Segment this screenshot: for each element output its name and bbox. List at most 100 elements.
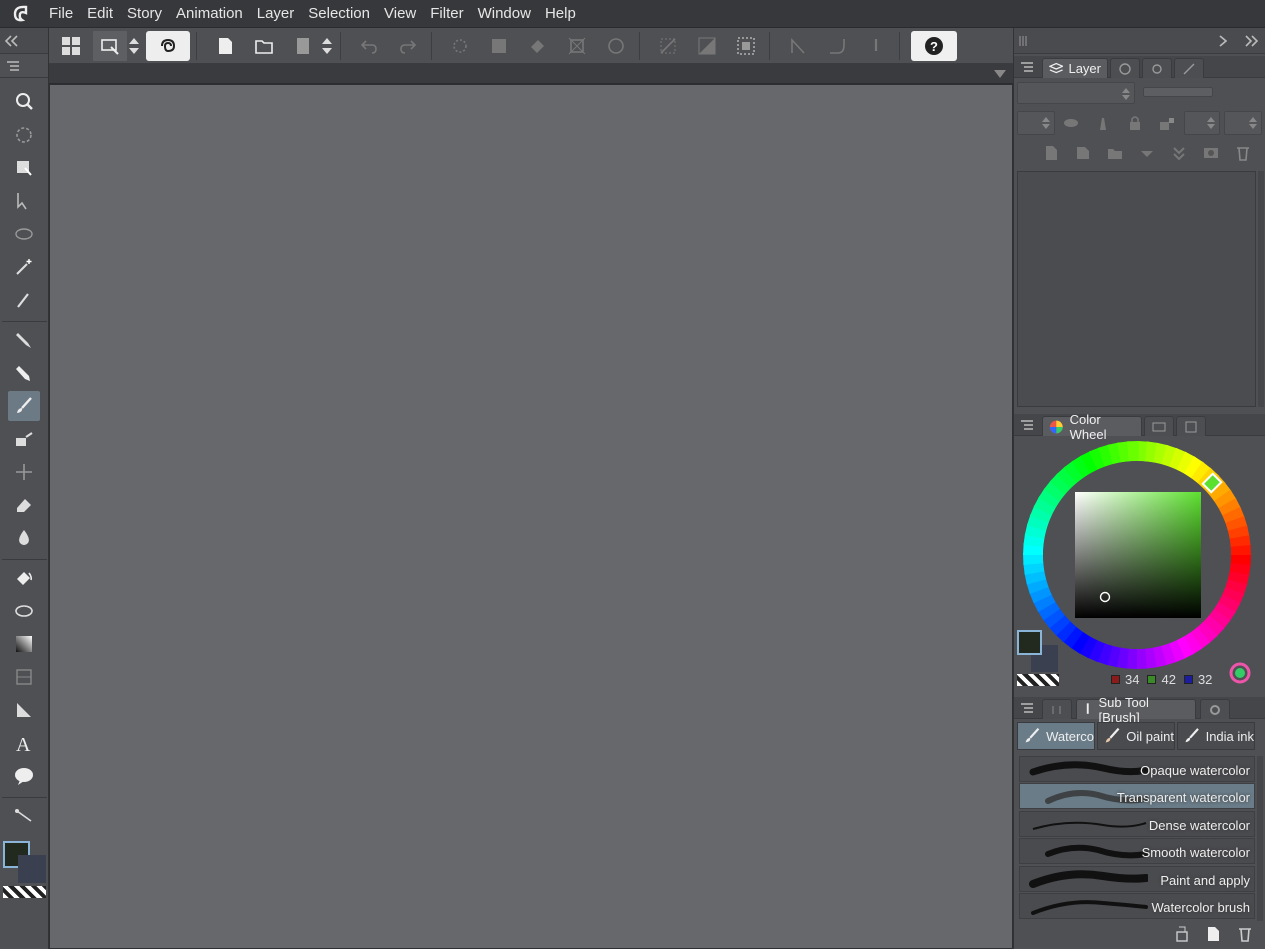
transform-button[interactable] (560, 31, 594, 61)
undo-button[interactable] (352, 31, 386, 61)
tab-subtool-brush[interactable]: Sub Tool [Brush] (1076, 695, 1196, 725)
layer-spinner-b[interactable] (1224, 111, 1262, 135)
deselect-button[interactable] (599, 31, 633, 61)
grid-snap-button[interactable] (859, 31, 893, 61)
figure-tool[interactable] (8, 596, 40, 626)
chevron-right-icon[interactable] (1219, 34, 1227, 47)
crop-button[interactable] (651, 31, 685, 61)
layer-color-spinner[interactable] (1017, 111, 1055, 135)
subtool-item[interactable]: Paint and apply (1019, 865, 1255, 892)
layer-mask-button[interactable] (1200, 142, 1222, 164)
fill-bucket-button[interactable] (521, 31, 555, 61)
layer-list-scrollbar[interactable] (1258, 171, 1264, 407)
delete-layer-button[interactable] (1232, 142, 1254, 164)
subtool-item[interactable]: Dense watercolor (1019, 810, 1255, 837)
balloon-tool[interactable] (8, 761, 40, 791)
layout-grid-button[interactable] (54, 31, 88, 61)
new-vector-layer-button[interactable] (1072, 142, 1094, 164)
brush-tool[interactable] (8, 391, 40, 421)
hand-tool[interactable] (8, 153, 40, 183)
tab-tool-property[interactable] (1200, 699, 1230, 719)
cloud-sync-button[interactable] (146, 30, 190, 61)
selection-tool[interactable] (8, 219, 40, 249)
subtool-item-selected[interactable]: Transparent watercolor (1019, 783, 1255, 810)
menu-selection[interactable]: Selection (301, 0, 377, 28)
panel-menu-icon[interactable] (1020, 702, 1034, 714)
layer-list[interactable] (1017, 171, 1256, 407)
sub-color-swatch[interactable] (18, 855, 46, 883)
special-ruler-button[interactable] (820, 31, 854, 61)
transfer-down-button[interactable] (1136, 142, 1158, 164)
pen-tool[interactable] (8, 325, 40, 355)
color-mode-icon[interactable] (1229, 662, 1251, 684)
subtool-list-scrollbar[interactable] (1257, 756, 1263, 921)
menu-filter[interactable]: Filter (423, 0, 470, 28)
decoration-tool[interactable] (8, 457, 40, 487)
menu-story[interactable]: Story (120, 0, 169, 28)
tab-subtool-other[interactable] (1042, 699, 1072, 719)
save-button[interactable] (286, 31, 320, 61)
zoom-tool[interactable] (8, 87, 40, 117)
pencil-tool[interactable] (8, 358, 40, 388)
menu-layer[interactable]: Layer (250, 0, 302, 28)
collapse-left-icon[interactable] (4, 34, 20, 47)
correct-line-tool[interactable] (8, 801, 40, 831)
opacity-slider[interactable] (1143, 87, 1213, 97)
transparent-color-swatch[interactable] (3, 886, 46, 898)
group-tab-india-ink[interactable]: India ink (1177, 722, 1255, 750)
subtool-item[interactable]: Watercolor brush (1019, 892, 1255, 919)
airbrush-tool[interactable] (8, 424, 40, 454)
color-wheel[interactable] (1022, 440, 1252, 670)
menu-help[interactable]: Help (538, 0, 583, 28)
subtool-item[interactable]: Opaque watercolor (1019, 756, 1255, 782)
transparent-color-swatch[interactable] (1017, 674, 1059, 686)
grip-icon[interactable] (1018, 35, 1028, 47)
save-spinner[interactable] (320, 31, 334, 61)
eraser-tool[interactable] (8, 490, 40, 520)
reference-layer-button[interactable] (1092, 112, 1114, 134)
collapse-right-icon[interactable] (1245, 34, 1259, 47)
menu-animation[interactable]: Animation (169, 0, 250, 28)
menu-view[interactable]: View (377, 0, 423, 28)
menu-window[interactable]: Window (471, 0, 538, 28)
tab-color-set[interactable] (1144, 416, 1174, 436)
canvas-area[interactable] (49, 84, 1013, 949)
easy-screen-spinner[interactable] (127, 31, 141, 61)
tab-layer[interactable]: Layer (1042, 58, 1108, 78)
lock-layer-button[interactable] (1124, 112, 1146, 134)
hue-ring-segment[interactable] (1127, 441, 1139, 462)
lock-transparency-button[interactable] (1156, 112, 1178, 134)
panel-menu-icon[interactable] (1020, 419, 1034, 431)
text-tool[interactable]: A (8, 728, 40, 758)
delete-subtool-button[interactable] (1234, 923, 1256, 945)
redo-button[interactable] (391, 31, 425, 61)
tab-navigator[interactable] (1142, 58, 1172, 78)
menu-file[interactable]: File (42, 0, 80, 28)
tab-subview[interactable] (1174, 58, 1204, 78)
main-color-swatch[interactable] (1017, 630, 1042, 655)
tab-color-wheel[interactable]: Color Wheel (1042, 412, 1142, 442)
new-raster-layer-button[interactable] (1040, 142, 1062, 164)
fill-tool[interactable] (8, 563, 40, 593)
eyedropper-tool[interactable] (8, 285, 40, 315)
panel-menu-icon[interactable] (1020, 61, 1034, 73)
ruler-snap-button[interactable] (781, 31, 815, 61)
blend-tool[interactable] (8, 523, 40, 553)
clip-layer-button[interactable] (1060, 112, 1082, 134)
merge-down-button[interactable] (1168, 142, 1190, 164)
dock-collapse-bar[interactable] (0, 28, 48, 54)
layer-spinner-a[interactable] (1184, 111, 1220, 135)
help-button[interactable]: ? (911, 30, 957, 61)
fill-selection-button[interactable] (482, 31, 516, 61)
open-file-button[interactable] (247, 31, 281, 61)
invert-button[interactable] (690, 31, 724, 61)
copy-subtool-button[interactable] (1202, 923, 1224, 945)
group-tab-oil-paint[interactable]: Oil paint (1097, 722, 1175, 750)
subtool-item[interactable]: Smooth watercolor (1019, 838, 1255, 865)
easy-screen-button[interactable] (93, 30, 127, 61)
subtool-settings-button[interactable] (1171, 923, 1193, 945)
auto-select-tool[interactable] (8, 252, 40, 282)
panel-menu-icon[interactable] (6, 60, 20, 72)
tab-layer-property[interactable] (1110, 58, 1140, 78)
new-folder-button[interactable] (1104, 142, 1126, 164)
